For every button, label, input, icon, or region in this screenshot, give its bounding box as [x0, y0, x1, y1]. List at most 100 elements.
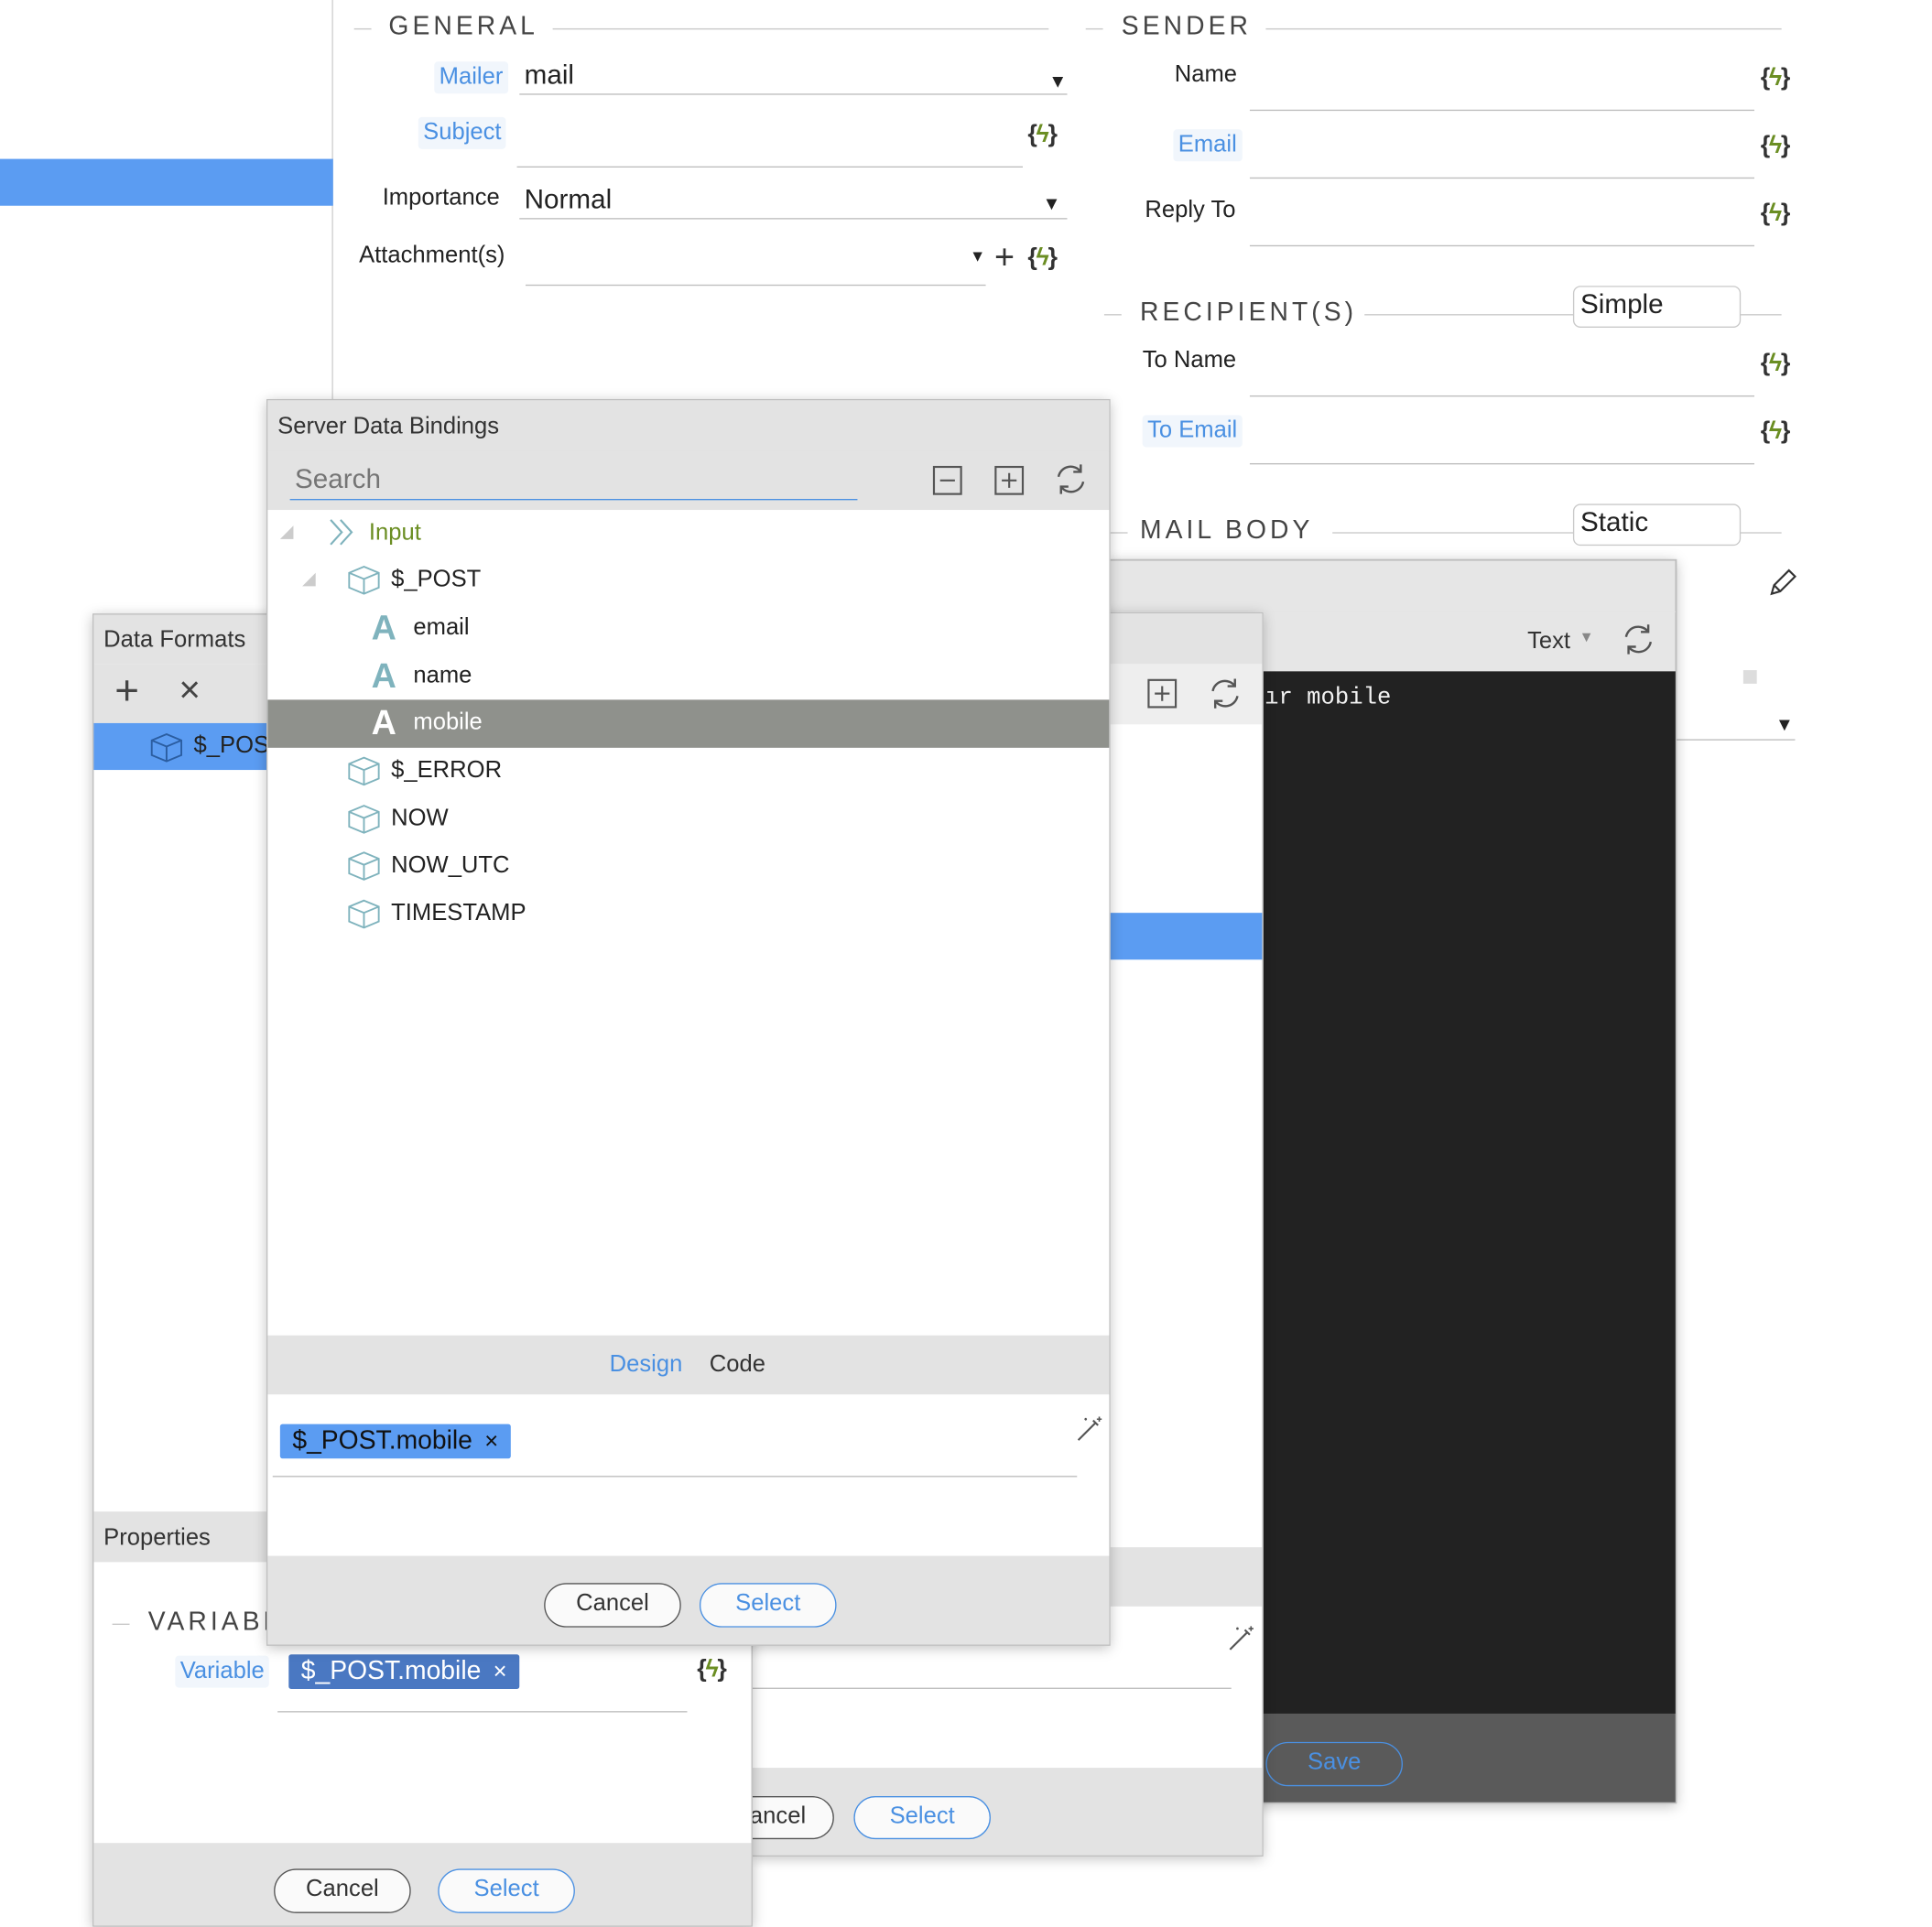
tree-row-timestamp[interactable]: TIMESTAMP: [267, 891, 1109, 938]
select-button[interactable]: Select: [438, 1868, 575, 1913]
subject-input[interactable]: [516, 166, 1023, 168]
expand-all-icon[interactable]: [992, 463, 1026, 503]
cancel-button[interactable]: Cancel: [274, 1868, 411, 1913]
tree-row-now[interactable]: NOW: [267, 796, 1109, 843]
attachments-input[interactable]: [525, 284, 986, 287]
expand-toggle-icon[interactable]: ◢: [280, 521, 294, 542]
variable-input-line: [277, 1711, 688, 1713]
tree-label: $_ERROR: [391, 757, 503, 784]
body-dropdown-icon[interactable]: ▼: [1775, 715, 1794, 736]
tab-code[interactable]: Code: [710, 1351, 765, 1379]
cube-icon: [347, 755, 382, 794]
importance-select[interactable]: [519, 218, 1068, 220]
tree-label: name: [413, 662, 472, 689]
refresh-icon[interactable]: [1052, 460, 1089, 503]
section-rule: [353, 27, 372, 30]
to-name-label: To Name: [1142, 347, 1237, 373]
magic-wand-icon[interactable]: [1075, 1414, 1104, 1450]
dynamic-data-icon[interactable]: {ϟ}: [1761, 64, 1791, 92]
select-button[interactable]: Select: [853, 1796, 991, 1840]
dynamic-data-icon[interactable]: {ϟ}: [1027, 244, 1058, 272]
tree-row-mobile-selected[interactable]: A mobile: [267, 699, 1110, 748]
text-field-icon: A: [371, 608, 396, 647]
select-button[interactable]: Select: [699, 1583, 837, 1628]
refresh-icon[interactable]: [1620, 621, 1656, 664]
refresh-icon[interactable]: [1207, 675, 1243, 718]
variable-label: Variable: [175, 1655, 270, 1688]
importance-label: Importance: [382, 184, 500, 211]
view-tabs: Design Code: [267, 1335, 1110, 1395]
tree-row-email[interactable]: A email: [267, 605, 1109, 653]
data-format-item-label: $_POS: [193, 732, 270, 759]
sender-title: SENDER: [1121, 12, 1252, 41]
pencil-icon[interactable]: [1766, 567, 1798, 599]
bindings-titlebar: Server Data Bindings: [267, 400, 1110, 452]
add-icon[interactable]: +: [114, 667, 139, 715]
importance-dropdown-icon[interactable]: ▼: [1043, 193, 1061, 214]
dynamic-data-icon[interactable]: {ϟ}: [1761, 417, 1791, 446]
variable-tag[interactable]: $_POST.mobile ×: [288, 1654, 520, 1689]
tree-row-name[interactable]: A name: [267, 653, 1109, 700]
tree-label: TIMESTAMP: [391, 900, 526, 926]
collapse-all-icon[interactable]: [930, 463, 965, 503]
dynamic-data-icon[interactable]: {ϟ}: [1761, 350, 1791, 378]
general-title: GENERAL: [388, 12, 538, 41]
section-rule: [1103, 314, 1122, 316]
to-email-label: To Email: [1142, 415, 1243, 448]
save-button[interactable]: Save: [1265, 1741, 1403, 1787]
dynamic-data-icon[interactable]: {ϟ}: [1761, 200, 1791, 228]
data-formats-footer: [93, 1843, 752, 1926]
remove-tag-icon[interactable]: ×: [484, 1429, 498, 1455]
dynamic-data-icon[interactable]: {ϟ}: [1027, 121, 1058, 149]
server-data-bindings-dialog: Server Data Bindings ◢ Input: [266, 399, 1111, 1646]
dynamic-data-icon[interactable]: {ϟ}: [697, 1656, 727, 1684]
cube-icon: [347, 898, 382, 936]
dynamic-data-icon[interactable]: {ϟ}: [1761, 132, 1791, 160]
variable-section-title: VARIABL: [147, 1608, 282, 1637]
mail-body-mode-select[interactable]: Static: [1572, 503, 1742, 547]
cube-icon: [347, 564, 382, 602]
bindings-title: Server Data Bindings: [277, 414, 500, 440]
close-icon[interactable]: ×: [179, 670, 201, 712]
mailer-dropdown-icon[interactable]: ▼: [1048, 71, 1067, 92]
selected-row[interactable]: [1110, 913, 1263, 960]
sidebar-selected-item[interactable]: [0, 158, 333, 206]
expand-icon[interactable]: [1145, 677, 1179, 717]
attachments-dropdown-icon[interactable]: ▼: [970, 246, 985, 265]
reply-to-input[interactable]: [1249, 244, 1755, 247]
section-rule: [1110, 532, 1128, 534]
tree-row-now-utc[interactable]: NOW_UTC: [267, 842, 1109, 890]
tree-row-post[interactable]: ◢ $_POST: [267, 557, 1109, 604]
to-email-input[interactable]: [1249, 462, 1755, 465]
sender-email-input[interactable]: [1249, 177, 1755, 179]
sender-name-input[interactable]: [1249, 109, 1755, 112]
magic-wand-icon[interactable]: [1226, 1624, 1255, 1660]
section-rule: [1265, 27, 1782, 30]
remove-tag-icon[interactable]: ×: [494, 1660, 507, 1685]
editor-titlebar: [1109, 560, 1676, 612]
sender-email-label: Email: [1173, 129, 1243, 162]
chevron-down-icon[interactable]: ▼: [1579, 628, 1594, 645]
body-field-line: [1674, 739, 1796, 741]
tab-design[interactable]: Design: [610, 1351, 683, 1379]
mailer-value[interactable]: mail: [525, 60, 574, 92]
binding-tag[interactable]: $_POST.mobile ×: [279, 1424, 511, 1459]
recipients-mode-select[interactable]: Simple: [1572, 286, 1742, 328]
section-rule: [1085, 27, 1103, 30]
resize-handle-icon[interactable]: [1742, 670, 1757, 684]
binding-expression-area[interactable]: $_POST.mobile ×: [267, 1394, 1110, 1556]
tree-label: NOW: [391, 806, 449, 832]
tree-row-error[interactable]: $_ERROR: [267, 748, 1109, 796]
mailer-select[interactable]: [519, 93, 1068, 95]
reply-to-label: Reply To: [1145, 197, 1236, 223]
expand-toggle-icon[interactable]: ◢: [302, 568, 316, 589]
importance-value[interactable]: Normal: [525, 184, 613, 216]
to-name-input[interactable]: [1249, 395, 1755, 397]
sender-name-label: Name: [1174, 61, 1238, 88]
format-select[interactable]: Text: [1527, 628, 1570, 655]
add-icon[interactable]: +: [994, 238, 1015, 277]
tree-row-input[interactable]: ◢ Input: [267, 510, 1109, 557]
search-input[interactable]: [289, 458, 858, 501]
tree-label: email: [413, 614, 470, 641]
cancel-button[interactable]: Cancel: [544, 1583, 681, 1628]
